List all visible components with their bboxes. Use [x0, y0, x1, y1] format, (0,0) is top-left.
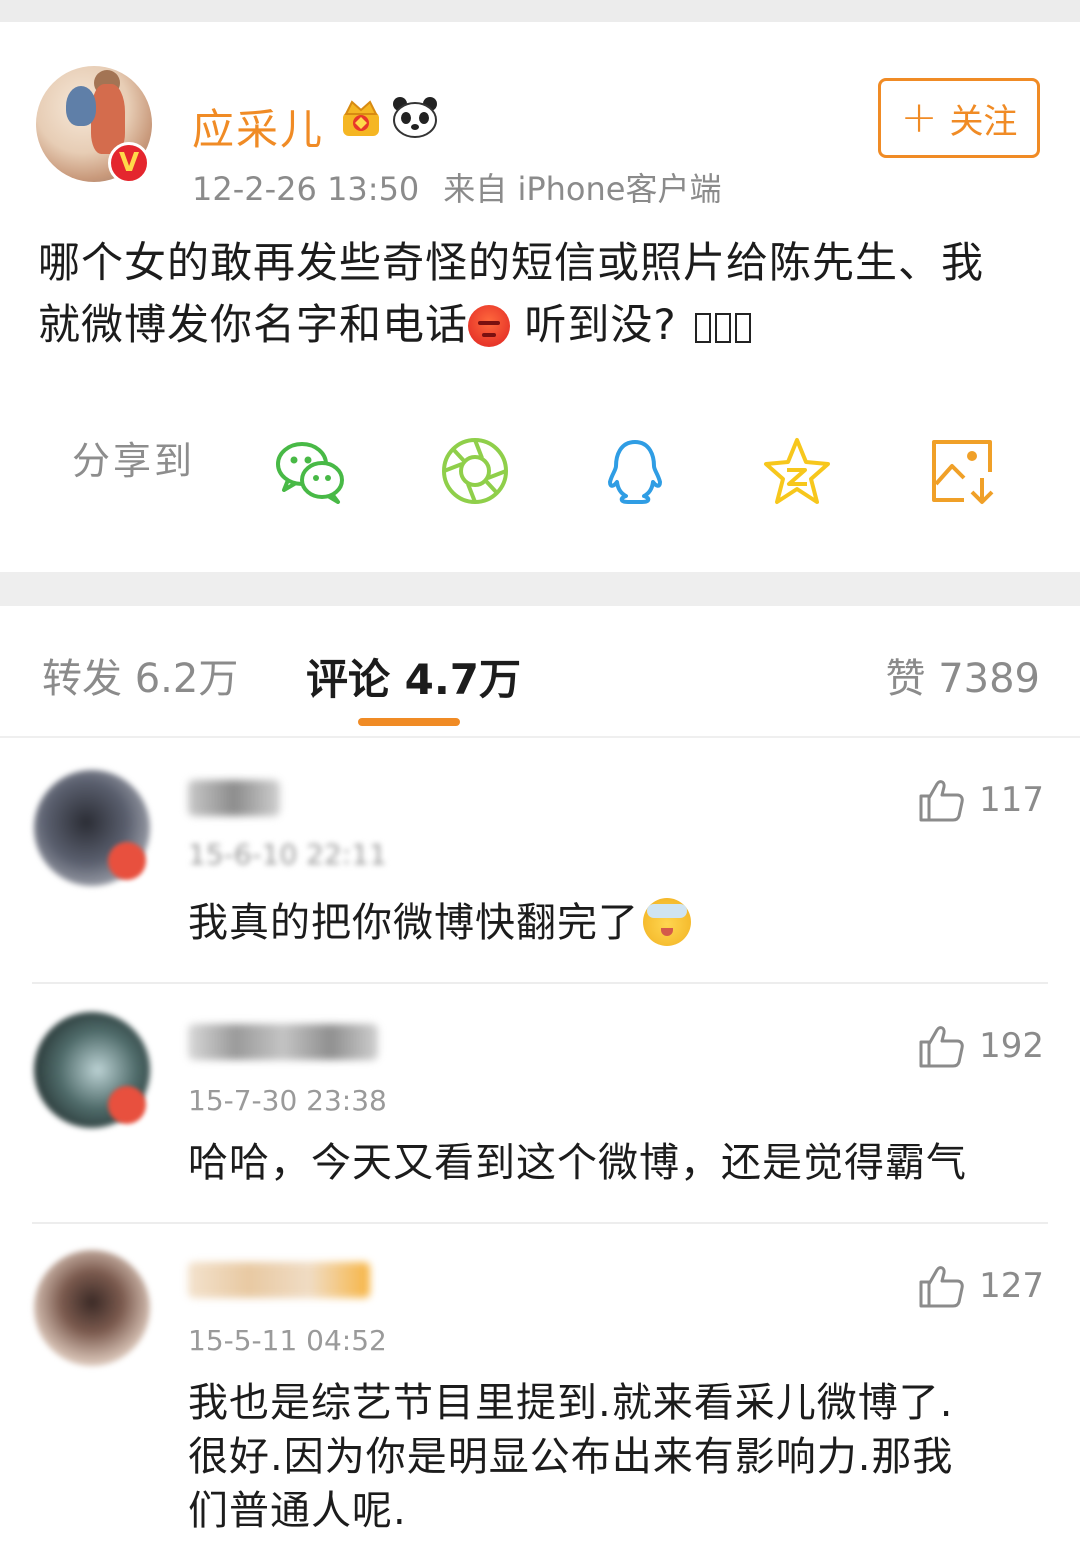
active-tab-indicator [358, 718, 460, 726]
author-name[interactable]: 应采儿 [192, 96, 324, 157]
commenter-name[interactable] [188, 1262, 370, 1298]
like-button[interactable]: 192 [917, 1022, 1044, 1070]
comment-text: 我也是综艺节目里提到.就来看采儿微博了. 很好.因为你是明显公布出来有影响力.那… [188, 1380, 954, 1534]
qq-icon[interactable] [598, 434, 672, 508]
panda-icon [393, 97, 437, 138]
weibo-post-card: V 应采儿 12-2-26 13:50 来自 iPhone客户端 + 关注 哪个女… [0, 22, 1080, 572]
sweat-emoji-icon [643, 898, 691, 946]
follow-button[interactable]: + 关注 [878, 78, 1040, 158]
missing-glyph-icon [695, 313, 712, 343]
commenter-avatar[interactable] [34, 1250, 150, 1366]
tab-bar: 转发 6.2万 评论 4.7万 赞 7389 [0, 606, 1080, 738]
comment-text: 哈哈，今天又看到这个微博，还是觉得霸气 [188, 1140, 967, 1186]
comment-time: 15-6-10 22:11 [188, 838, 387, 871]
like-count: 192 [979, 1026, 1044, 1066]
missing-glyph-icon [735, 313, 752, 343]
like-button[interactable]: 117 [917, 776, 1044, 824]
tab-comment[interactable]: 评论 4.7万 [306, 646, 521, 707]
commenter-name[interactable] [188, 780, 280, 816]
follow-label: 关注 [949, 101, 1018, 142]
comment-time: 15-7-30 23:38 [188, 1084, 387, 1117]
crown-icon [343, 100, 379, 136]
verified-badge: V [108, 142, 150, 184]
thumbs-up-icon [919, 1026, 964, 1068]
post-text-line-2: 就微博发你名字和电话 听到没? [38, 294, 1048, 356]
tab-likes[interactable]: 赞 7389 [885, 646, 1040, 704]
commenter-name[interactable] [188, 1024, 378, 1060]
share-label: 分享到 [72, 439, 196, 483]
moments-icon[interactable] [438, 434, 512, 508]
wechat-icon[interactable] [274, 434, 348, 508]
post-meta: 12-2-26 13:50 来自 iPhone客户端 [192, 164, 721, 210]
comment-text: 我真的把你微博快翻完了 [188, 896, 1048, 950]
plus-icon: + [900, 92, 938, 143]
top-strip [0, 0, 1080, 22]
like-button[interactable]: 127 [917, 1262, 1044, 1310]
post-time: 12-2-26 13:50 [192, 170, 420, 208]
like-count: 127 [979, 1266, 1044, 1306]
missing-glyph-icon [715, 313, 732, 343]
tab-repost[interactable]: 转发 6.2万 [42, 646, 238, 704]
section-divider [0, 572, 1080, 606]
qzone-icon[interactable] [760, 434, 834, 508]
post-source: 来自 iPhone客户端 [443, 170, 722, 208]
save-image-icon[interactable] [926, 434, 1000, 508]
commenter-badge [108, 1086, 146, 1124]
angry-emoji-icon [468, 305, 511, 347]
comment-separator [32, 1222, 1048, 1224]
comment-list: 15-6-10 22:11 117 我真的把你微博快翻完了 15-7-30 23… [0, 738, 1080, 1558]
comment-time: 15-5-11 04:52 [188, 1324, 387, 1357]
comment-separator [32, 982, 1048, 984]
post-text: 哪个女的敢再发些奇怪的短信或照片给陈先生、我 就微博发你名字和电话 听到没? [38, 232, 1048, 356]
like-count: 117 [979, 780, 1044, 820]
thumbs-up-icon [919, 1266, 964, 1308]
thumbs-up-icon [919, 780, 964, 822]
commenter-badge [108, 842, 146, 880]
post-text-line-1: 哪个女的敢再发些奇怪的短信或照片给陈先生、我 [38, 238, 985, 287]
